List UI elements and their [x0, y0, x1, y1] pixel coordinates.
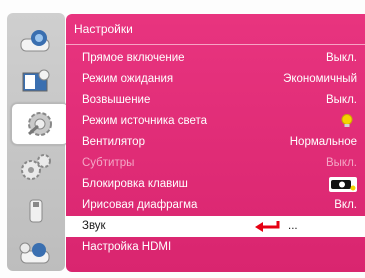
menu-row-key-lock[interactable]: Блокировка клавиш — [66, 174, 365, 195]
key-lock-projector-icon — [329, 177, 357, 192]
projector-menu-screen: Настройки Прямое включение Выкл. Режим о… — [0, 0, 365, 278]
menu-row-label: Прямое включение — [82, 52, 185, 64]
menu-row-label: Вентилятор — [82, 136, 145, 148]
menu-row-label: Режим ожидания — [82, 73, 174, 85]
menu-row-value: ... — [288, 220, 298, 232]
sidebar-item-setup[interactable] — [11, 103, 69, 145]
menu-row-label: Возвышение — [82, 94, 151, 106]
category-sidebar — [7, 13, 69, 271]
bulb-icon — [341, 114, 353, 127]
enter-arrow-icon — [255, 221, 280, 232]
setup-gear-icon — [28, 112, 52, 136]
panel-title: Настройки — [74, 22, 133, 36]
sidebar-item-picture[interactable] — [11, 63, 61, 98]
menu-row-value: Экономичный — [283, 73, 357, 85]
menu-row-value: Выкл. — [325, 52, 357, 64]
menu-row-iris[interactable]: Ирисовая диафрагма Вкл. — [66, 195, 365, 216]
network-icon — [19, 242, 50, 263]
sidebar-item-network[interactable] — [11, 235, 61, 270]
menu-row-sound[interactable]: Звук ... — [66, 216, 365, 237]
menu-row-label: Режим источника света — [82, 115, 208, 127]
sidebar-item-expert[interactable] — [11, 149, 61, 184]
menu-row-light-source-mode[interactable]: Режим источника света — [66, 111, 365, 132]
menu-row-label: Блокировка клавиш — [82, 178, 188, 190]
menu-row-altitude[interactable]: Возвышение Выкл. — [66, 90, 365, 111]
settings-panel: Настройки Прямое включение Выкл. Режим о… — [66, 14, 365, 272]
menu-row-fan[interactable]: Вентилятор Нормальное — [66, 132, 365, 153]
sidebar-item-usb[interactable] — [11, 193, 61, 228]
menu-row-value: Вкл. — [334, 199, 357, 211]
menu-row-value: Нормальное — [289, 136, 357, 148]
sidebar-item-display[interactable] — [11, 23, 61, 58]
title-divider — [66, 44, 365, 45]
picture-adjust-icon — [22, 69, 50, 91]
menu-row-label: Ирисовая диафрагма — [82, 199, 198, 211]
usb-icon — [29, 199, 43, 222]
menu-row-label: Субтитры — [82, 157, 135, 169]
menu-row-hdmi-setup[interactable]: Настройка HDMI — [66, 237, 365, 258]
menu-row-value: Выкл. — [325, 94, 357, 106]
menu-row-label: Настройка HDMI — [82, 241, 172, 253]
menu-row-standby[interactable]: Режим ожидания Экономичный — [66, 69, 365, 90]
menu-row-direct-on[interactable]: Прямое включение Выкл. — [66, 48, 365, 69]
menu-row-label: Звук — [82, 220, 106, 232]
projector-icon — [20, 29, 50, 51]
menu-row-value: Выкл. — [325, 157, 357, 169]
menu-row-subtitles: Субтитры Выкл. — [66, 153, 365, 174]
expert-gears-icon — [21, 153, 51, 180]
